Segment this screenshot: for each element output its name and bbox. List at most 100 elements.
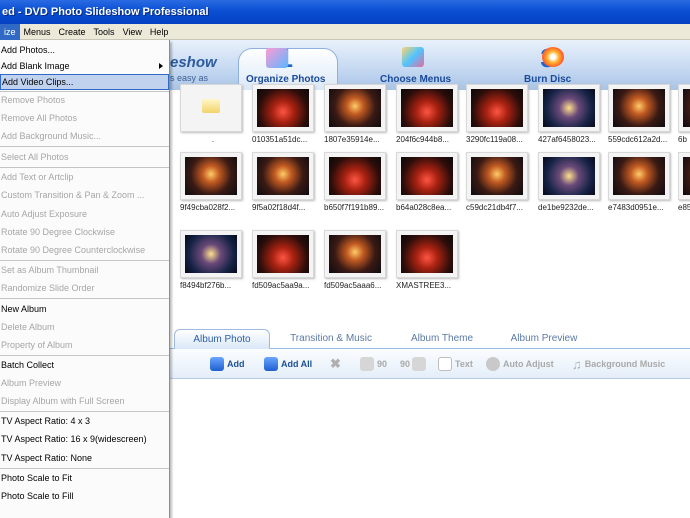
photo-image [613, 157, 665, 195]
menu-tools[interactable]: Tools [90, 24, 119, 40]
background-music-button[interactable]: ♫ Background Music [572, 355, 665, 373]
step-burn-disc[interactable]: 3 Burn Disc [524, 45, 571, 85]
menu-item-remove-all-photos[interactable]: Remove All Photos [0, 110, 169, 126]
item-caption: e7483d0951e... [608, 203, 664, 212]
photo-thumbnail[interactable] [324, 152, 386, 200]
menu-item-photo-scale-fit[interactable]: Photo Scale to Fit [0, 470, 169, 486]
menu-item-remove-photos[interactable]: Remove Photos [0, 92, 169, 108]
add-button[interactable]: Add [210, 355, 245, 373]
photo-thumbnail[interactable] [466, 84, 528, 132]
photo-thumbnail[interactable] [538, 84, 600, 132]
menu-item-add-text-artclip[interactable]: Add Text or Artclip [0, 169, 169, 185]
item-caption: c59dc21db4f7... [466, 203, 523, 212]
photo-thumbnail[interactable] [180, 152, 242, 200]
tab-album-theme[interactable]: Album Theme [392, 329, 492, 349]
menu-item-randomize-slide-order[interactable]: Randomize Slide Order [0, 280, 169, 296]
menu-item-aspect-4x3[interactable]: TV Aspect Ratio: 4 x 3 [0, 413, 169, 429]
photo-thumbnail[interactable] [678, 84, 690, 132]
list-item[interactable]: 9f49cba028f2... [180, 152, 246, 212]
photo-thumbnail[interactable] [396, 84, 458, 132]
menu-separator [0, 355, 169, 356]
menu-item-aspect-none[interactable]: TV Aspect Ratio: None [0, 450, 169, 466]
photo-thumbnail[interactable] [466, 152, 528, 200]
list-item[interactable]: e85 [678, 152, 690, 212]
list-item[interactable]: 010351a51dc... [252, 84, 318, 144]
menu-item-set-album-thumbnail[interactable]: Set as Album Thumbnail [0, 262, 169, 278]
menu-item-add-background-music[interactable]: Add Background Music... [0, 128, 169, 144]
menu-item-album-preview[interactable]: Album Preview [0, 375, 169, 391]
menu-organize[interactable]: ize [0, 23, 20, 40]
list-item[interactable]: b64a028c8ea... [396, 152, 462, 212]
photo-thumbnail[interactable] [608, 84, 670, 132]
list-item[interactable]: fd509ac5aaa6... [324, 230, 390, 290]
menu-item-add-photos[interactable]: Add Photos... [0, 42, 169, 58]
menu-separator [0, 411, 169, 412]
menu-item-new-album[interactable]: New Album [0, 301, 169, 317]
photo-image [185, 157, 237, 195]
menu-menus[interactable]: Menus [20, 24, 55, 40]
list-item[interactable]: XMASTREE3... [396, 230, 462, 290]
item-caption: f8494bf276b... [180, 281, 232, 290]
list-item[interactable]: 6b [678, 84, 690, 144]
tab-album-photo[interactable]: Album Photo [174, 329, 270, 349]
tab-transition-music[interactable]: Transition & Music [276, 329, 386, 349]
tab-album-preview[interactable]: Album Preview [494, 329, 594, 349]
menu-item-rotate-clockwise[interactable]: Rotate 90 Degree Clockwise [0, 224, 169, 240]
photo-thumbnail[interactable] [252, 230, 314, 278]
list-item[interactable]: de1be9232de... [538, 152, 604, 212]
step-organize-photos[interactable]: 1 Organize Photos [246, 45, 325, 85]
auto-adjust-icon [486, 357, 500, 371]
menu-item-select-all-photos[interactable]: Select All Photos [0, 149, 169, 165]
list-item[interactable]: 3290fc119a08... [466, 84, 532, 144]
photo-thumbnail[interactable] [396, 152, 458, 200]
photo-image [257, 89, 309, 127]
text-button[interactable]: Text [438, 355, 473, 373]
menu-item-property-of-album[interactable]: Property of Album [0, 337, 169, 353]
photo-thumbnail[interactable] [396, 230, 458, 278]
folder-thumbnail[interactable] [180, 84, 242, 132]
photo-thumbnail[interactable] [252, 152, 314, 200]
remove-button[interactable]: ✖ [330, 355, 341, 373]
photo-image [401, 157, 453, 195]
photo-thumbnail[interactable] [678, 152, 690, 200]
photo-image [683, 89, 690, 127]
list-item[interactable]: 559cdc612a2d... [608, 84, 674, 144]
menu-item-aspect-16x9[interactable]: TV Aspect Ratio: 16 x 9(widescreen) [0, 431, 169, 447]
list-item[interactable]: c59dc21db4f7... [466, 152, 532, 212]
menu-item-display-full-screen[interactable]: Display Album with Full Screen [0, 393, 169, 409]
photo-thumbnail[interactable] [324, 230, 386, 278]
photo-thumbnail[interactable] [538, 152, 600, 200]
photo-thumbnail[interactable] [608, 152, 670, 200]
menu-item-photo-scale-fill[interactable]: Photo Scale to Fill [0, 488, 169, 504]
menu-help[interactable]: Help [146, 24, 173, 40]
menu-item-custom-transition[interactable]: Custom Transition & Pan & Zoom ... [0, 187, 169, 203]
album-content-area[interactable] [168, 380, 690, 518]
menu-item-add-blank-image[interactable]: Add Blank Image [0, 58, 169, 74]
list-item[interactable]: fd509ac5aa9a... [252, 230, 318, 290]
menu-item-rotate-counterclockwise[interactable]: Rotate 90 Degree Counterclockwise [0, 242, 169, 258]
rotate-counterclockwise-button[interactable]: 90 [400, 355, 429, 373]
menu-view[interactable]: View [119, 24, 146, 40]
title-bar: ed - DVD Photo Slideshow Professional [0, 0, 690, 24]
list-item[interactable]: 204f6c944b8... [396, 84, 462, 144]
photo-thumbnail[interactable] [324, 84, 386, 132]
photo-thumbnail[interactable] [180, 230, 242, 278]
list-item[interactable]: 1807e35914e... [324, 84, 390, 144]
menu-item-batch-collect[interactable]: Batch Collect [0, 357, 169, 373]
menu-create[interactable]: Create [55, 24, 90, 40]
rotate-clockwise-button[interactable]: 90 [360, 355, 387, 373]
list-item[interactable]: b650f7f191b89... [324, 152, 390, 212]
list-item[interactable]: 9f5a02f18d4f... [252, 152, 318, 212]
list-item[interactable]: e7483d0951e... [608, 152, 674, 212]
step-choose-menus[interactable]: 2 Choose Menus [380, 45, 451, 85]
item-caption: 9f49cba028f2... [180, 203, 236, 212]
list-item[interactable]: . [180, 84, 246, 144]
photo-thumbnail[interactable] [252, 84, 314, 132]
list-item[interactable]: 427af6458023... [538, 84, 604, 144]
menu-item-add-video-clips[interactable]: Add Video Clips... [0, 74, 169, 90]
add-all-button[interactable]: Add All [264, 355, 312, 373]
menu-item-delete-album[interactable]: Delete Album [0, 319, 169, 335]
auto-adjust-button[interactable]: Auto Adjust [486, 355, 554, 373]
list-item[interactable]: f8494bf276b... [180, 230, 246, 290]
menu-item-auto-adjust-exposure[interactable]: Auto Adjust Exposure [0, 206, 169, 222]
